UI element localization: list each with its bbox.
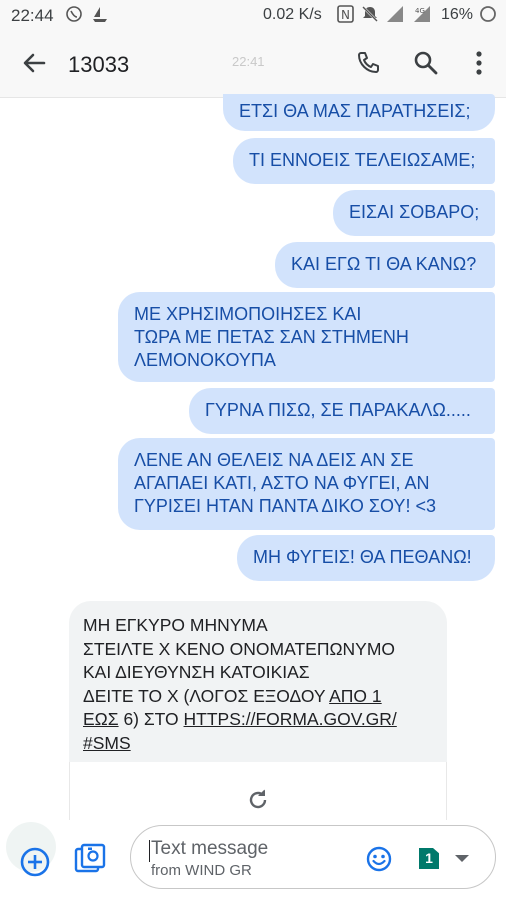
refresh-icon[interactable] [246,788,270,817]
nfc-icon: N [337,5,354,27]
add-icon[interactable] [19,846,51,883]
message-input-placeholder: Text message [151,838,269,859]
mute-icon [361,5,379,27]
message-timestamp: 22:41 [232,54,265,69]
status-time: 22:44 [11,6,54,25]
url-link[interactable]: HTTPS://FORMA.GOV.GR/ [184,709,397,729]
call-icon[interactable] [355,50,381,81]
back-arrow-icon[interactable] [20,49,48,82]
message-text-line: ΓΥΡΙΣΕΙ ΗΤΑΝ ΠΑΝΤΑ ΔΙΚΟ ΣΟΥ! <3 [134,496,436,516]
message-text-line: ΕΩΣ 6) ΣΤΟ HTTPS://FORMA.GOV.GR/ [83,708,437,732]
outgoing-message[interactable]: ΤΙ ΕΝΝΟΕΙΣ ΤΕΛΕΙΩΣΑΜΕ; [233,138,495,184]
dropdown-icon[interactable] [455,855,469,862]
message-text-line: ΛΕΝΕ ΑΝ ΘΕΛΕΙΣ ΝΑ ΔΕΙΣ ΑΝ ΣΕ [134,450,414,470]
message-text: ΕΤΣΙ ΘΑ ΜΑΣ ΠΑΡΑΤΗΣΕΙΣ; [239,101,471,121]
message-input[interactable]: Text message from WIND GR 1 [130,825,496,889]
outgoing-message[interactable]: ΛΕΝΕ ΑΝ ΘΕΛΕΙΣ ΝΑ ΔΕΙΣ ΑΝ ΣΕ ΑΓΑΠΑΕΙ ΚΑΤ… [118,438,495,530]
status-bar: 22:44 0.02 K/s N 4G 16% [0,0,506,32]
carrier-label: from WIND GR [151,862,252,879]
text-segment: 6) ΣΤΟ [118,709,184,729]
network-speed: 0.02 K/s [263,6,322,23]
svg-text:N: N [341,8,350,22]
search-icon[interactable] [413,50,439,81]
url-link-continued[interactable]: #SMS [83,733,131,753]
outgoing-message[interactable]: ΚΑΙ ΕΓΩ ΤΙ ΘΑ ΚΑΝΩ? [275,242,495,288]
conversation-title: 13033 [68,52,130,77]
outgoing-message[interactable]: ΕΙΣΑΙ ΣΟΒΑΡΟ; [333,190,495,236]
message-text-line: #SMS [83,732,437,756]
conversation-header: 13033 22:41 [0,32,506,98]
gallery-icon[interactable] [73,843,107,882]
outgoing-message[interactable]: ΜΗ ΦΥΓΕΙΣ! ΘΑ ΠΕΘΑΝΩ! [237,535,495,581]
boat-icon [92,5,108,27]
4g-signal-icon: 4G [410,5,432,27]
message-text-line: ΣΤΕΙΛΤΕ Χ ΚΕΝΟ ΟΝΟΜΑΤΕΠΩΝΥΜΟ [83,638,396,659]
message-text: ΕΙΣΑΙ ΣΟΒΑΡΟ; [349,202,480,222]
message-text-line: ΜΕ ΧΡΗΣΙΜΟΠΟΙΗΣΕΣ ΚΑΙ [134,304,362,324]
sim-icon[interactable]: 1 [419,848,439,869]
message-text-line: ΛΕΜΟΝΟΚΟΥΠΑ [134,350,276,370]
viber-icon [65,5,83,27]
outgoing-message[interactable]: ΕΤΣΙ ΘΑ ΜΑΣ ΠΑΡΑΤΗΣΕΙΣ; [223,94,495,131]
battery-icon [479,5,497,27]
outgoing-message[interactable]: ΜΕ ΧΡΗΣΙΜΟΠΟΙΗΣΕΣ ΚΑΙ ΤΩΡΑ ΜΕ ΠΕΤΑΣ ΣΑΝ … [118,292,495,382]
svg-text:4G: 4G [415,7,425,15]
message-text-line: ΔΕΙΤΕ ΤΟ Χ (ΛΟΓΟΣ ΕΞΟΔΟΥ ΑΠΟ 1 [83,685,437,709]
more-icon[interactable] [470,50,488,81]
range-link[interactable]: ΕΩΣ [83,709,119,729]
emoji-icon[interactable] [366,846,392,877]
range-link[interactable]: ΑΠΟ 1 [329,686,382,706]
signal-icon [386,5,404,27]
message-text: ΜΗ ΦΥΓΕΙΣ! ΘΑ ΠΕΘΑΝΩ! [253,547,472,567]
message-text-line: ΜΗ ΕΓΚΥΡΟ ΜΗΝΥΜΑ [83,615,268,635]
outgoing-message[interactable]: ΓΥΡΝΑ ΠΙΣΩ, ΣΕ ΠΑΡΑΚΑΛΩ..... [189,388,495,434]
message-text: ΚΑΙ ΕΓΩ ΤΙ ΘΑ ΚΑΝΩ? [291,254,477,274]
message-text: ΓΥΡΝΑ ΠΙΣΩ, ΣΕ ΠΑΡΑΚΑΛΩ..... [205,400,471,420]
message-text-line: ΚΑΙ ΔΙΕΥΘΥΝΣΗ ΚΑΤΟΙΚΙΑΣ [83,662,310,682]
message-text-line: ΤΩΡΑ ΜΕ ΠΕΤΑΣ ΣΑΝ ΣΤΗΜΕΝΗ [134,327,409,347]
message-text: ΤΙ ΕΝΝΟΕΙΣ ΤΕΛΕΙΩΣΑΜΕ; [249,150,476,170]
battery-level: 16% [441,6,474,23]
message-text-line: ΑΓΑΠΑΕΙ ΚΑΤΙ, ΑΣΤΟ ΝΑ ΦΥΓΕΙ, ΑΝ [134,473,430,493]
text-cursor [149,840,150,862]
text-segment: ΔΕΙΤΕ ΤΟ Χ (ΛΟΓΟΣ ΕΞΟΔΟΥ [83,685,330,706]
